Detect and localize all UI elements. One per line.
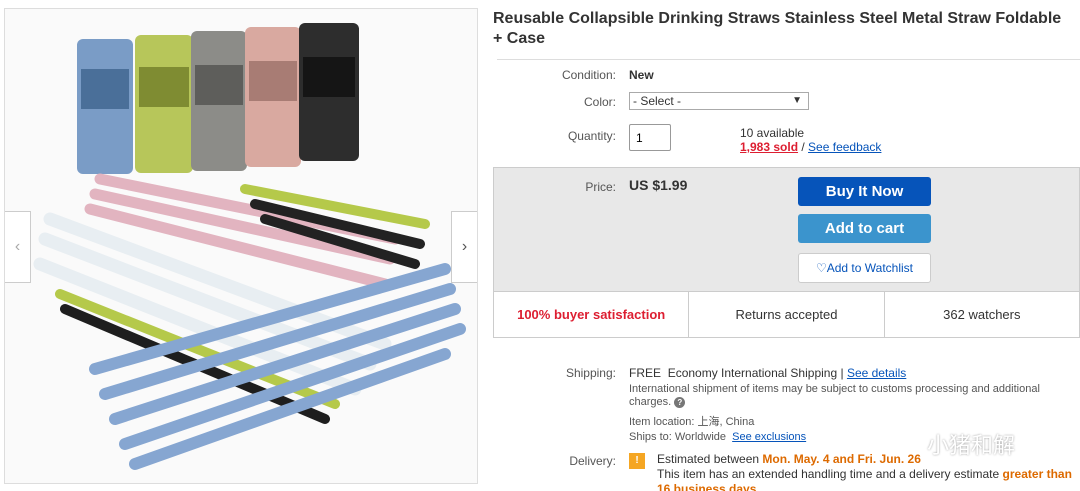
watermark: 小猪和解 — [893, 428, 1015, 460]
watermark-text: 小猪和解 — [927, 433, 1016, 458]
see-details-link[interactable]: See details — [847, 366, 906, 380]
shipping-free: FREE — [629, 366, 662, 380]
watchers-count: 362 watchers — [943, 307, 1021, 322]
shipping-method: Economy International Shipping | — [667, 366, 844, 380]
previous-image-button[interactable]: ‹ — [5, 211, 31, 283]
chevron-left-icon: ‹ — [14, 238, 21, 255]
watchlist-label: Add to Watchlist — [826, 261, 914, 275]
ships-to-value: Worldwide — [674, 431, 727, 443]
delivery-prefix: Estimated between — [657, 452, 760, 466]
color-label: Color: — [583, 95, 616, 109]
delivery-note: This item has an extended handling time … — [657, 467, 1000, 481]
delivery-label: Delivery: — [569, 454, 616, 468]
buy-it-now-button[interactable]: Buy It Now — [798, 177, 931, 206]
product-photo[interactable] — [5, 9, 478, 484]
divider — [497, 59, 1080, 60]
see-feedback-link[interactable]: See feedback — [808, 140, 881, 154]
straw-cases — [77, 23, 359, 174]
heart-icon: ♡ — [815, 261, 827, 275]
separator: / — [798, 140, 809, 154]
condition-label: Condition: — [561, 68, 616, 82]
customs-note: International shipment of items may be s… — [629, 383, 1069, 409]
add-to-watchlist-button[interactable]: ♡Add to Watchlist — [798, 253, 931, 283]
price-value: US $1.99 — [629, 177, 688, 193]
sold-feedback-line: 1,983 sold / See feedback — [740, 140, 881, 154]
buyer-satisfaction: 100% buyer satisfaction — [494, 292, 690, 337]
next-image-button[interactable]: › — [451, 211, 477, 283]
delivery-flag-icon: ! — [629, 453, 645, 469]
shipping-summary: FREE Economy International Shipping | Se… — [629, 366, 906, 380]
color-select[interactable]: - Select - ▼ — [629, 92, 809, 110]
item-location-label: Item location: — [629, 416, 695, 428]
item-location-value: 上海, China — [697, 416, 755, 428]
seller-stats: 100% buyer satisfaction Returns accepted… — [493, 292, 1080, 338]
shipping-label: Shipping: — [565, 366, 616, 380]
chevron-down-icon: ▼ — [792, 95, 802, 106]
see-exclusions-link[interactable]: See exclusions — [732, 431, 806, 443]
customs-note-text: International shipment of items may be s… — [629, 383, 1040, 408]
wechat-icon — [893, 433, 921, 455]
ships-to: Ships to: Worldwide See exclusions — [629, 431, 806, 443]
chevron-right-icon: › — [461, 238, 468, 255]
quantity-input[interactable] — [629, 124, 671, 151]
sold-count-link[interactable]: 1,983 sold — [740, 140, 798, 154]
product-image-gallery[interactable]: ‹ › — [4, 8, 478, 484]
condition-value: New — [629, 68, 654, 82]
help-icon[interactable]: ? — [674, 396, 686, 408]
returns-accepted: Returns accepted — [689, 292, 885, 337]
color-select-value: - Select - — [633, 94, 682, 108]
available-count: 10 available — [740, 126, 805, 140]
add-to-cart-button[interactable]: Add to cart — [798, 214, 931, 243]
item-location: Item location: 上海, China — [629, 413, 754, 429]
product-title: Reusable Collapsible Drinking Straws Sta… — [493, 10, 1062, 47]
ships-to-label: Ships to: — [629, 431, 672, 443]
quantity-label: Quantity: — [567, 129, 616, 143]
price-label: Price: — [585, 180, 616, 194]
